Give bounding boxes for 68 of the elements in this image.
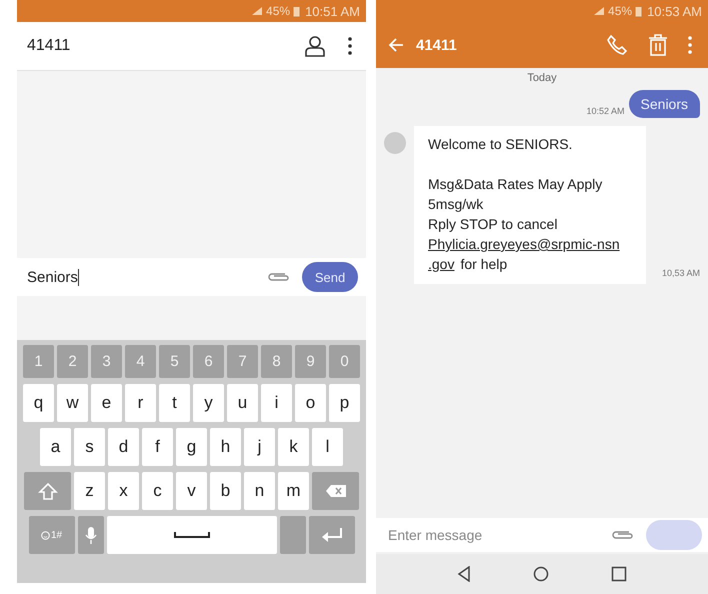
letter-key[interactable]: m — [278, 472, 309, 510]
letter-key[interactable]: x — [108, 472, 139, 510]
message-field[interactable]: Enter message — [376, 518, 708, 552]
message-time: 10,53 AM — [662, 268, 700, 278]
letter-key[interactable]: l — [312, 428, 343, 466]
letter-key[interactable]: d — [108, 428, 139, 466]
message-text: Welcome to SENIORS. — [428, 135, 574, 154]
letter-key[interactable]: j — [244, 428, 275, 466]
letter-key[interactable]: p — [329, 384, 360, 422]
paperclip-icon[interactable] — [266, 271, 290, 283]
status-time: 10:53 AM — [647, 4, 702, 18]
avatar-icon — [384, 132, 406, 154]
letter-key[interactable]: z — [74, 472, 105, 510]
date-divider: Today — [526, 72, 558, 84]
letter-key[interactable]: k — [278, 428, 309, 466]
letter-key[interactable]: g — [176, 428, 207, 466]
mic-key[interactable] — [78, 516, 104, 554]
shift-icon — [38, 482, 58, 500]
letter-key[interactable]: c — [142, 472, 173, 510]
letter-key[interactable]: t — [159, 384, 190, 422]
letter-key[interactable]: s — [74, 428, 105, 466]
battery-icon — [635, 6, 642, 16]
more-icon[interactable] — [348, 37, 352, 55]
letter-key[interactable]: h — [210, 428, 241, 466]
letter-key[interactable]: n — [244, 472, 275, 510]
trash-icon[interactable] — [648, 34, 668, 56]
contact-number: 41411 — [416, 36, 457, 54]
paperclip-icon[interactable] — [610, 529, 634, 541]
status-time: 10:51 AM — [305, 4, 360, 18]
smiley-icon — [40, 530, 50, 540]
recent-apps-icon[interactable] — [611, 566, 627, 582]
message-field[interactable]: Seniors — [27, 262, 254, 292]
letter-key[interactable]: e — [91, 384, 122, 422]
letter-key[interactable]: r — [125, 384, 156, 422]
message-time: 10:52 AM — [586, 106, 625, 116]
back-icon[interactable] — [457, 566, 471, 582]
letter-key[interactable]: v — [176, 472, 207, 510]
letter-key[interactable]: w — [57, 384, 88, 422]
backspace-icon — [324, 482, 348, 500]
battery-percent: 45% — [266, 4, 290, 18]
spacebar-icon — [174, 531, 210, 539]
letter-key[interactable]: q — [23, 384, 54, 422]
send-button[interactable]: Send — [302, 262, 358, 292]
letter-key[interactable]: a — [40, 428, 71, 466]
battery-percent: 45% — [608, 4, 632, 18]
signal-icon — [593, 6, 606, 16]
sent-message: Seniors — [628, 90, 700, 118]
home-icon[interactable] — [533, 566, 549, 582]
letter-key[interactable]: i — [261, 384, 292, 422]
shift-key[interactable] — [24, 472, 71, 510]
backspace-key[interactable] — [312, 472, 359, 510]
message-text: for help — [460, 255, 508, 274]
letter-key[interactable]: f — [142, 428, 173, 466]
microphone-icon — [84, 526, 98, 544]
email-link[interactable]: .gov — [428, 254, 454, 274]
message-text: Msg&Data Rates May Apply 5msg/wk Rply STOP to cancel — [428, 175, 604, 234]
battery-icon — [293, 6, 300, 16]
email-link[interactable]: Phylicia.greyeyes@srpmic-nsn — [428, 234, 620, 254]
enter-icon — [320, 526, 342, 544]
contact-number: 41411 — [27, 37, 70, 55]
signal-icon — [251, 6, 264, 16]
phone-icon[interactable] — [606, 34, 628, 56]
letter-key[interactable]: b — [210, 472, 241, 510]
letter-key[interactable]: o — [295, 384, 326, 422]
person-icon[interactable] — [304, 35, 326, 57]
letter-key[interactable]: u — [227, 384, 258, 422]
letter-key[interactable]: y — [193, 384, 224, 422]
enter-key[interactable] — [308, 516, 354, 554]
